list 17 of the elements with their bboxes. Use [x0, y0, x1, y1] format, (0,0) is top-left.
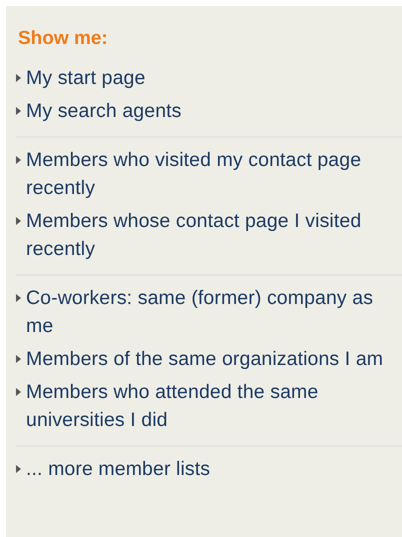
menu-link[interactable]: Members whose contact page I visited recently — [26, 207, 402, 263]
menu-link[interactable]: Members who attended the same universities I did — [26, 378, 402, 434]
arrow-icon — [16, 156, 21, 164]
menu-link[interactable]: My search agents — [26, 97, 182, 125]
section-heading: Show me: — [18, 28, 109, 50]
arrow-icon — [16, 217, 21, 225]
menu-link[interactable]: Members of the same organizations I am — [26, 345, 384, 373]
menu-link[interactable]: My start page — [26, 64, 146, 92]
menu-link[interactable]: ... more member lists — [26, 455, 210, 483]
arrow-icon — [16, 294, 21, 302]
menu-link[interactable]: Co-workers: same (former) company as me — [26, 284, 402, 340]
arrow-icon — [16, 107, 21, 115]
arrow-icon — [16, 74, 21, 82]
arrow-icon — [16, 465, 21, 473]
arrow-icon — [16, 388, 21, 396]
arrow-icon — [16, 355, 21, 363]
menu-link[interactable]: Members who visited my contact page recently — [26, 146, 402, 202]
